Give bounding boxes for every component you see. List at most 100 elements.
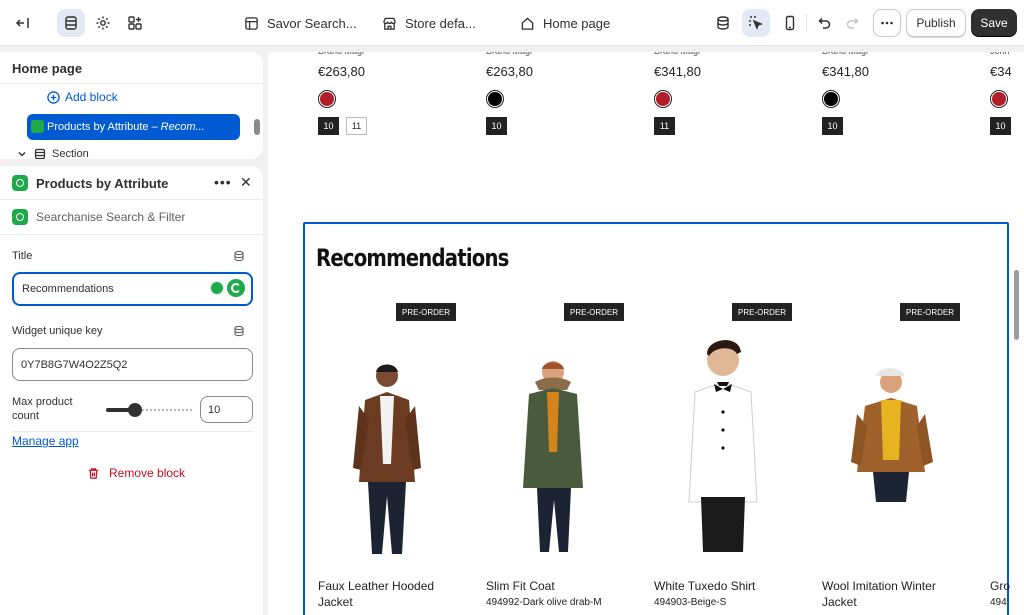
canvas-scrollbar[interactable] — [1014, 270, 1019, 340]
more-actions-button[interactable] — [873, 9, 901, 37]
max-count-slider-thumb[interactable] — [128, 403, 142, 417]
title-input[interactable]: Recommendations — [12, 272, 253, 306]
max-count-input[interactable]: 10 — [200, 396, 253, 423]
product-brand: Brand Magi — [822, 52, 868, 56]
size-option[interactable]: 10 — [486, 117, 507, 135]
product-brand: John — [990, 52, 1010, 56]
color-swatch[interactable] — [990, 90, 1008, 108]
app-source: Searchanise Search & Filter — [12, 209, 185, 225]
color-swatch[interactable] — [486, 90, 504, 108]
page-context-label: Home page — [543, 15, 611, 31]
product-brand: Brand Magi — [654, 52, 700, 56]
product-image[interactable] — [313, 322, 463, 572]
product-image[interactable] — [817, 322, 967, 572]
product-sku: 494992-Dark olive drab-M — [486, 597, 602, 608]
preview-canvas: Brand Magi €263,80 10 11 Brand Magi €263,80 10… — [268, 52, 1024, 615]
exit-button[interactable] — [9, 9, 37, 37]
save-button[interactable]: Save — [971, 9, 1017, 37]
home-icon — [521, 16, 534, 30]
product-name[interactable]: Wool Imitation Winter Jacket — [822, 578, 962, 610]
max-count-label: Max product count — [12, 396, 73, 422]
tree-item-suffix: – Recom... — [151, 121, 205, 133]
database-icon — [717, 16, 729, 30]
product-name[interactable]: Faux Leather Hooded Jacket — [318, 578, 458, 610]
theme-selector[interactable]: Store defa... — [382, 14, 476, 32]
product-image[interactable] — [481, 322, 631, 572]
product-name[interactable]: White Tuxedo Shirt — [654, 578, 794, 594]
searchanise-app-icon — [12, 175, 28, 191]
assistant-icon[interactable] — [209, 280, 225, 296]
size-option[interactable]: 10 — [318, 117, 339, 135]
manage-app-link[interactable]: Manage app — [12, 434, 79, 448]
dynamic-source-icon[interactable] — [233, 325, 245, 337]
color-swatch[interactable] — [318, 90, 336, 108]
preorder-badge: PRE-ORDER — [396, 303, 457, 321]
sections-button[interactable] — [57, 9, 85, 37]
store-grid-icon — [245, 16, 258, 30]
grammar-icon[interactable] — [227, 279, 245, 297]
widget-key-input[interactable]: 0Y7B8G7W4O2Z5Q2 — [12, 348, 253, 381]
size-option[interactable]: 10 — [822, 117, 843, 135]
product-price: €263,80 — [486, 64, 533, 79]
block-panel-header: Products by Attribute — [12, 175, 168, 191]
section-icon — [34, 148, 46, 159]
chevron-down-icon[interactable] — [16, 148, 28, 159]
dynamic-source-icon[interactable] — [233, 250, 245, 262]
layout-icon — [65, 16, 77, 30]
theme-context-label: Store defa... — [405, 15, 476, 31]
close-icon[interactable]: ✕ — [240, 174, 252, 191]
store-context-label: Savor Search... — [267, 15, 357, 31]
store-selector[interactable]: Savor Search... — [244, 14, 357, 32]
storefront-icon — [383, 17, 396, 30]
color-swatch[interactable] — [822, 90, 840, 108]
undo-button[interactable] — [810, 9, 838, 37]
tree-item-label: Products by Attribute — [47, 121, 149, 133]
database-button[interactable] — [709, 9, 737, 37]
size-option[interactable]: 10 — [990, 117, 1011, 135]
preorder-badge: PRE-ORDER — [732, 303, 793, 321]
exit-icon — [15, 18, 29, 28]
product-price: €263,80 — [318, 64, 365, 79]
max-count-value: 10 — [208, 403, 221, 416]
mobile-icon — [785, 15, 795, 31]
product-brand: Brand Magi — [318, 52, 364, 56]
block-panel-title: Products by Attribute — [36, 175, 169, 191]
recommendations-title: Recommendations — [316, 244, 509, 272]
product-name[interactable]: Gro — [990, 578, 1024, 594]
apps-button[interactable] — [121, 9, 149, 37]
tree-item-products-by-attribute[interactable]: Products by Attribute – Recom... — [27, 114, 240, 140]
plus-circle-icon — [47, 90, 60, 104]
product-sku: 494 — [990, 597, 1007, 608]
product-price: €341,80 — [822, 64, 869, 79]
preorder-badge: PRE-ORDER — [900, 303, 961, 321]
widget-key-label: Widget unique key — [12, 325, 103, 337]
block-settings-panel: Products by Attribute ••• ✕ Searchanise … — [0, 166, 263, 615]
size-option[interactable]: 11 — [346, 117, 367, 135]
remove-block-button[interactable]: Remove block — [87, 466, 185, 480]
mobile-preview-button[interactable] — [776, 9, 804, 37]
section-label: Section — [52, 148, 89, 159]
product-sku: 494903-Beige-S — [654, 597, 727, 608]
product-image[interactable] — [649, 322, 799, 572]
page-selector[interactable]: Home page — [520, 14, 610, 32]
color-swatch[interactable] — [654, 90, 672, 108]
tree-item-section[interactable]: Section — [16, 148, 89, 159]
title-label: Title — [12, 250, 33, 262]
publish-button[interactable]: Publish — [906, 9, 966, 37]
add-block-label: Add block — [65, 90, 118, 104]
tree-scrollbar[interactable] — [254, 119, 260, 135]
product-name[interactable]: Slim Fit Coat — [486, 578, 626, 594]
product-price: €34 — [990, 64, 1012, 79]
widget-key-value: 0Y7B8G7W4O2Z5Q2 — [21, 358, 128, 371]
more-options-icon[interactable]: ••• — [214, 174, 232, 190]
redo-icon — [846, 17, 859, 29]
add-block-button[interactable]: Add block — [47, 90, 118, 104]
size-option[interactable]: 11 — [654, 117, 675, 135]
remove-block-label: Remove block — [109, 466, 186, 480]
app-source-name: Searchanise Search & Filter — [36, 210, 186, 224]
theme-settings-button[interactable] — [89, 9, 117, 37]
searchanise-app-icon — [31, 120, 44, 133]
inspector-button[interactable] — [742, 9, 770, 37]
redo-button[interactable] — [839, 9, 867, 37]
product-price: €341,80 — [654, 64, 701, 79]
